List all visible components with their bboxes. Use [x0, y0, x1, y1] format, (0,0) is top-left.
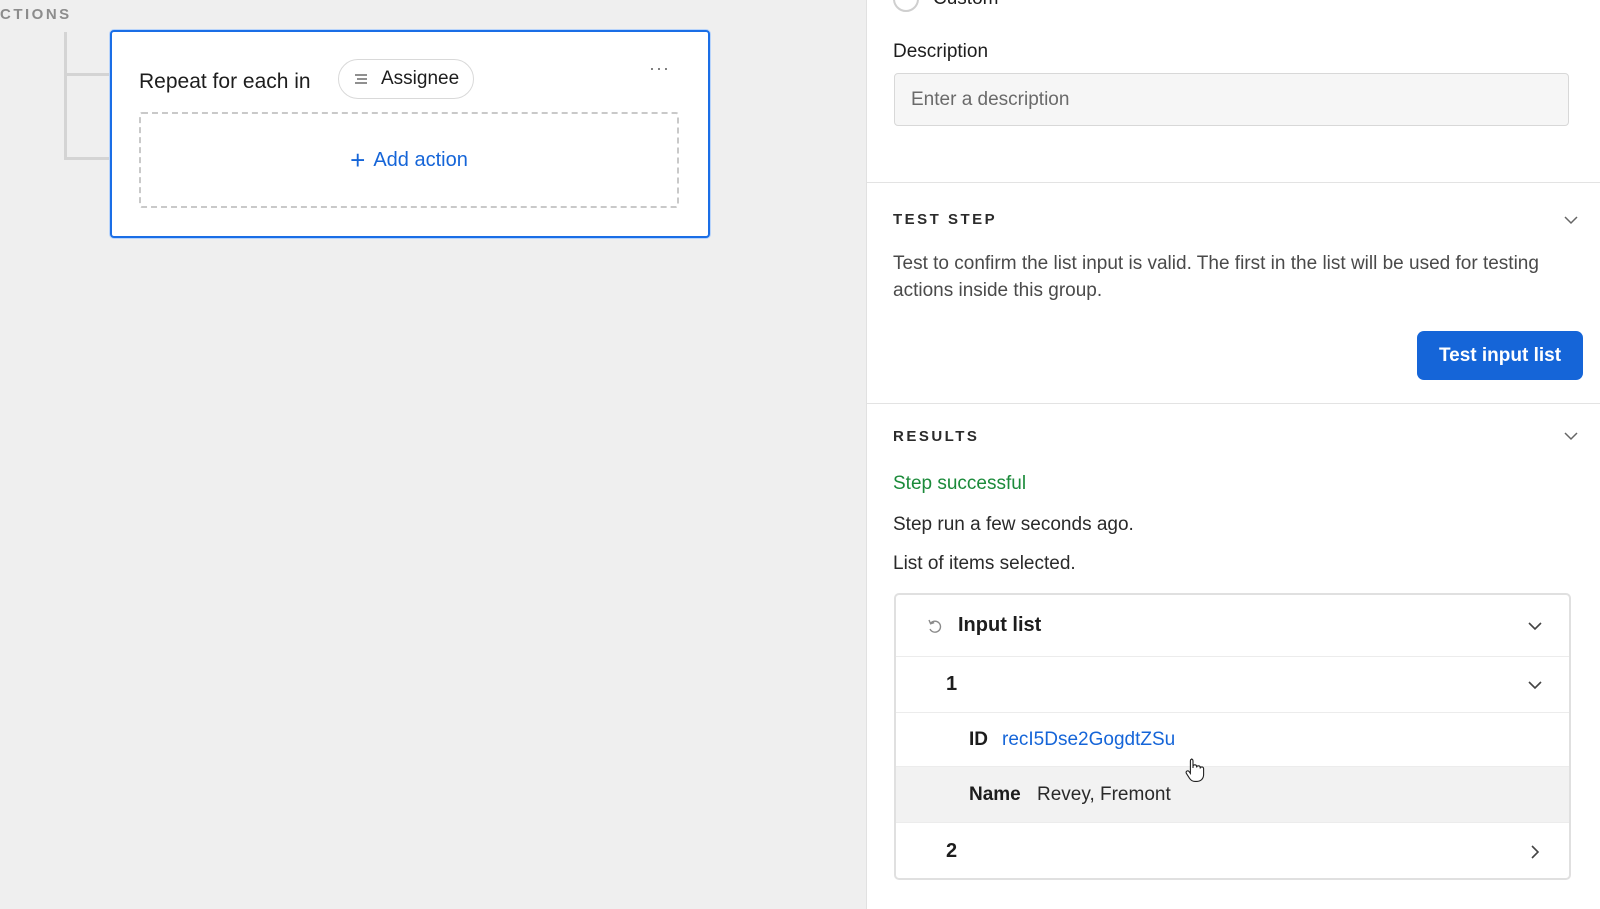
more-options-icon[interactable]: ··· [649, 58, 670, 79]
input-list-row[interactable]: Input list [896, 595, 1569, 657]
list-item-index: 2 [946, 840, 958, 862]
plus-icon: + [350, 145, 366, 175]
radio-label: Custom [933, 0, 998, 10]
workflow-canvas: CTIONS Repeat for each in Assignee ··· +… [0, 0, 866, 909]
field-key: Name [969, 783, 1021, 805]
results-tree: Input list 1 ID recI5Dse2GogdtZSu Name R… [894, 593, 1571, 880]
repeat-group-card[interactable]: Repeat for each in Assignee ··· + Add ac… [110, 30, 710, 238]
run-time-text: Step run a few seconds ago. [893, 514, 1134, 535]
field-token-label: Assignee [381, 68, 460, 89]
chevron-down-icon[interactable] [1563, 428, 1579, 444]
add-action-label: Add action [373, 148, 468, 171]
radio-option-custom[interactable]: Custom [893, 0, 998, 12]
section-divider [867, 182, 1600, 183]
status-text: Step successful [893, 473, 1027, 494]
section-divider [867, 403, 1600, 404]
field-list-icon [355, 74, 367, 84]
radio-button[interactable] [893, 0, 919, 12]
list-item[interactable]: 1 [896, 657, 1569, 713]
description-input[interactable] [894, 73, 1569, 126]
test-step-heading: TEST STEP [893, 211, 998, 228]
list-item-index: 1 [946, 673, 958, 695]
results-info-text: List of items selected. [893, 553, 1076, 574]
tree-connector [64, 157, 110, 160]
field-key: ID [969, 728, 988, 750]
repeat-group-title: Repeat for each in [139, 70, 311, 93]
field-value: Revey, Fremont [1037, 783, 1171, 805]
chevron-right-icon[interactable] [1527, 844, 1543, 860]
field-row-id: ID recI5Dse2GogdtZSu [896, 713, 1569, 767]
add-action-button[interactable]: + Add action [139, 112, 679, 208]
hand-cursor-icon [1185, 758, 1205, 782]
chevron-down-icon[interactable] [1563, 212, 1579, 228]
properties-panel: Custom Description TEST STEP Test to con… [866, 0, 1600, 909]
list-item[interactable]: 2 [896, 823, 1569, 878]
tree-connector [64, 73, 110, 76]
refresh-icon [928, 619, 942, 633]
section-label: CTIONS [0, 6, 72, 23]
field-token-assignee[interactable]: Assignee [338, 59, 475, 99]
field-row-name: Name Revey, Fremont [896, 767, 1569, 823]
results-heading: RESULTS [893, 428, 980, 445]
description-label: Description [893, 41, 989, 62]
input-list-label: Input list [958, 614, 1042, 636]
test-step-description: Test to confirm the list input is valid.… [893, 253, 1539, 301]
chevron-down-icon[interactable] [1527, 618, 1543, 634]
test-input-list-button[interactable]: Test input list [1417, 331, 1583, 380]
tree-connector [64, 32, 67, 160]
record-id-link[interactable]: recI5Dse2GogdtZSu [1002, 729, 1175, 751]
chevron-down-icon[interactable] [1527, 677, 1543, 693]
